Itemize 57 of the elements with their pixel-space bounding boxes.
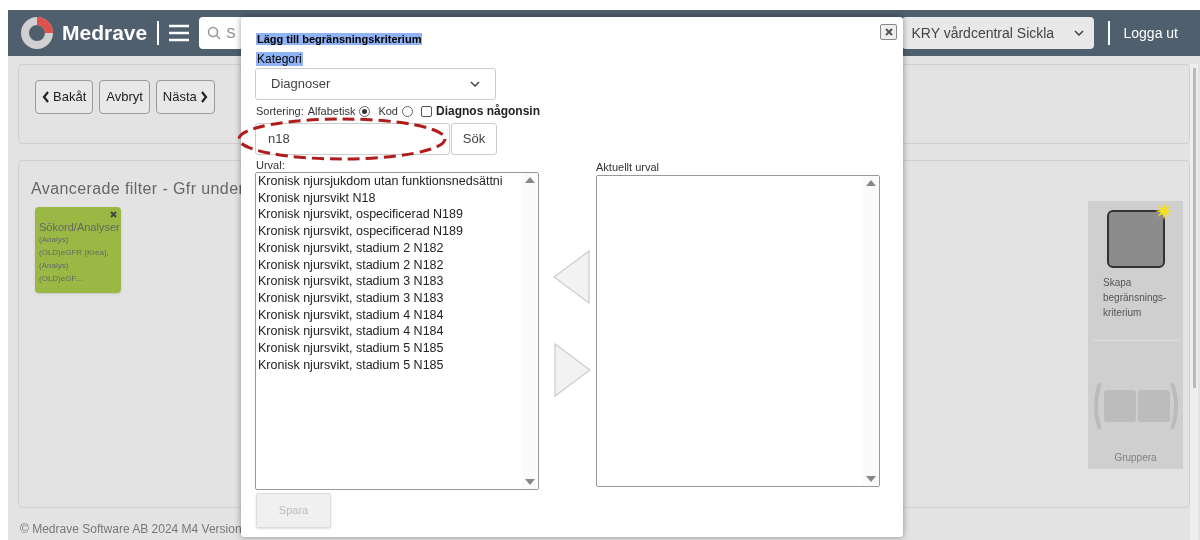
list-item[interactable]: Kronisk njursvikt, stadium 3 N183 bbox=[258, 273, 522, 290]
create-criterion-label: Skapa begränsnings-kriterium bbox=[1102, 276, 1168, 320]
tile-line: (OLD)eGFR (Krea), bbox=[39, 247, 110, 259]
checkbox-label: Diagnos någonsin bbox=[436, 103, 540, 120]
group-label: Gruppera bbox=[1114, 451, 1157, 465]
sort-option[interactable]: Alfabetisk bbox=[307, 102, 371, 120]
search-field[interactable]: n18 bbox=[255, 123, 450, 155]
list-item[interactable]: Kronisk njursvikt N18 bbox=[258, 189, 522, 207]
current-label: Aktuellt urval bbox=[596, 160, 659, 175]
tile-line: (Analys) bbox=[39, 234, 70, 246]
list-item[interactable]: Kronisk njursvikt, stadium 5 N185 bbox=[258, 356, 522, 374]
close-icon[interactable] bbox=[110, 211, 117, 218]
scroll-down-icon[interactable] bbox=[866, 476, 876, 482]
category-label: Kategori bbox=[256, 52, 303, 66]
tile-line: (OLD)eGF... bbox=[39, 273, 84, 285]
scroll-up-icon[interactable] bbox=[866, 180, 876, 186]
chevron-down-icon bbox=[470, 81, 480, 87]
close-button[interactable] bbox=[880, 24, 897, 40]
clinic-select[interactable]: KRY vårdcentral Sickla bbox=[901, 17, 1094, 49]
results-label: Urval: bbox=[256, 158, 285, 173]
logo-text: Medrave bbox=[62, 20, 148, 47]
logo-icon bbox=[20, 16, 54, 50]
search-icon bbox=[207, 26, 222, 40]
list-item[interactable]: Kronisk njursvikt, stadium 4 N184 bbox=[258, 306, 522, 324]
radio-button[interactable] bbox=[402, 105, 413, 117]
menu-icon[interactable] bbox=[169, 24, 190, 42]
results-list[interactable] bbox=[255, 172, 539, 490]
toolbar-button[interactable]: Bakåt bbox=[35, 80, 94, 114]
list-item[interactable]: Kronisk njursvikt, ospecificerad N189 bbox=[258, 206, 522, 224]
chevron-left-icon bbox=[42, 91, 50, 103]
close-icon bbox=[884, 28, 893, 36]
create-criterion-icon[interactable] bbox=[1106, 210, 1165, 268]
radio-button[interactable] bbox=[359, 105, 371, 117]
scroll-down-icon[interactable] bbox=[525, 479, 535, 485]
dialog-title: Lägg till begränsningskriterium bbox=[256, 33, 423, 45]
list-item[interactable]: Kronisk njursvikt, stadium 5 N185 bbox=[258, 340, 522, 357]
list-item[interactable]: Kronisk njursvikt, stadium 2 N182 bbox=[258, 256, 522, 274]
checkbox[interactable] bbox=[421, 105, 432, 117]
toolbar-button[interactable]: Avbryt bbox=[99, 80, 150, 114]
search-button[interactable]: Sök bbox=[451, 123, 497, 155]
sort-label: Sortering: bbox=[256, 103, 304, 119]
chevron-down-icon bbox=[1073, 30, 1084, 36]
footer-text: © Medrave Software AB 2024 M4 Version bbox=[19, 521, 243, 538]
tile-line: (Analys) bbox=[39, 260, 70, 272]
toolbar-button[interactable]: Nästa bbox=[155, 80, 215, 114]
logout-link[interactable]: Logga ut bbox=[1123, 22, 1178, 44]
sort-option[interactable]: Kod bbox=[378, 102, 413, 120]
chevron-right-icon bbox=[199, 91, 208, 103]
list-item[interactable]: Kronisk njursvikt, stadium 4 N184 bbox=[258, 323, 522, 341]
list-item[interactable]: Kronisk njursvikt, ospecificerad N189 bbox=[258, 223, 522, 240]
list-item[interactable]: Kronisk njursvikt, stadium 3 N183 bbox=[258, 289, 522, 307]
scroll-up-icon[interactable] bbox=[525, 177, 535, 183]
category-select[interactable]: Diagnoser bbox=[255, 68, 496, 100]
list-item[interactable]: Kronisk njursjukdom utan funktionsnedsättni bbox=[258, 173, 522, 190]
sparkle-icon bbox=[1154, 202, 1173, 220]
list-item[interactable]: Kronisk njursvikt, stadium 2 N182 bbox=[258, 239, 522, 257]
panel-title: Avancerade filter - Gfr under bbox=[31, 179, 245, 199]
